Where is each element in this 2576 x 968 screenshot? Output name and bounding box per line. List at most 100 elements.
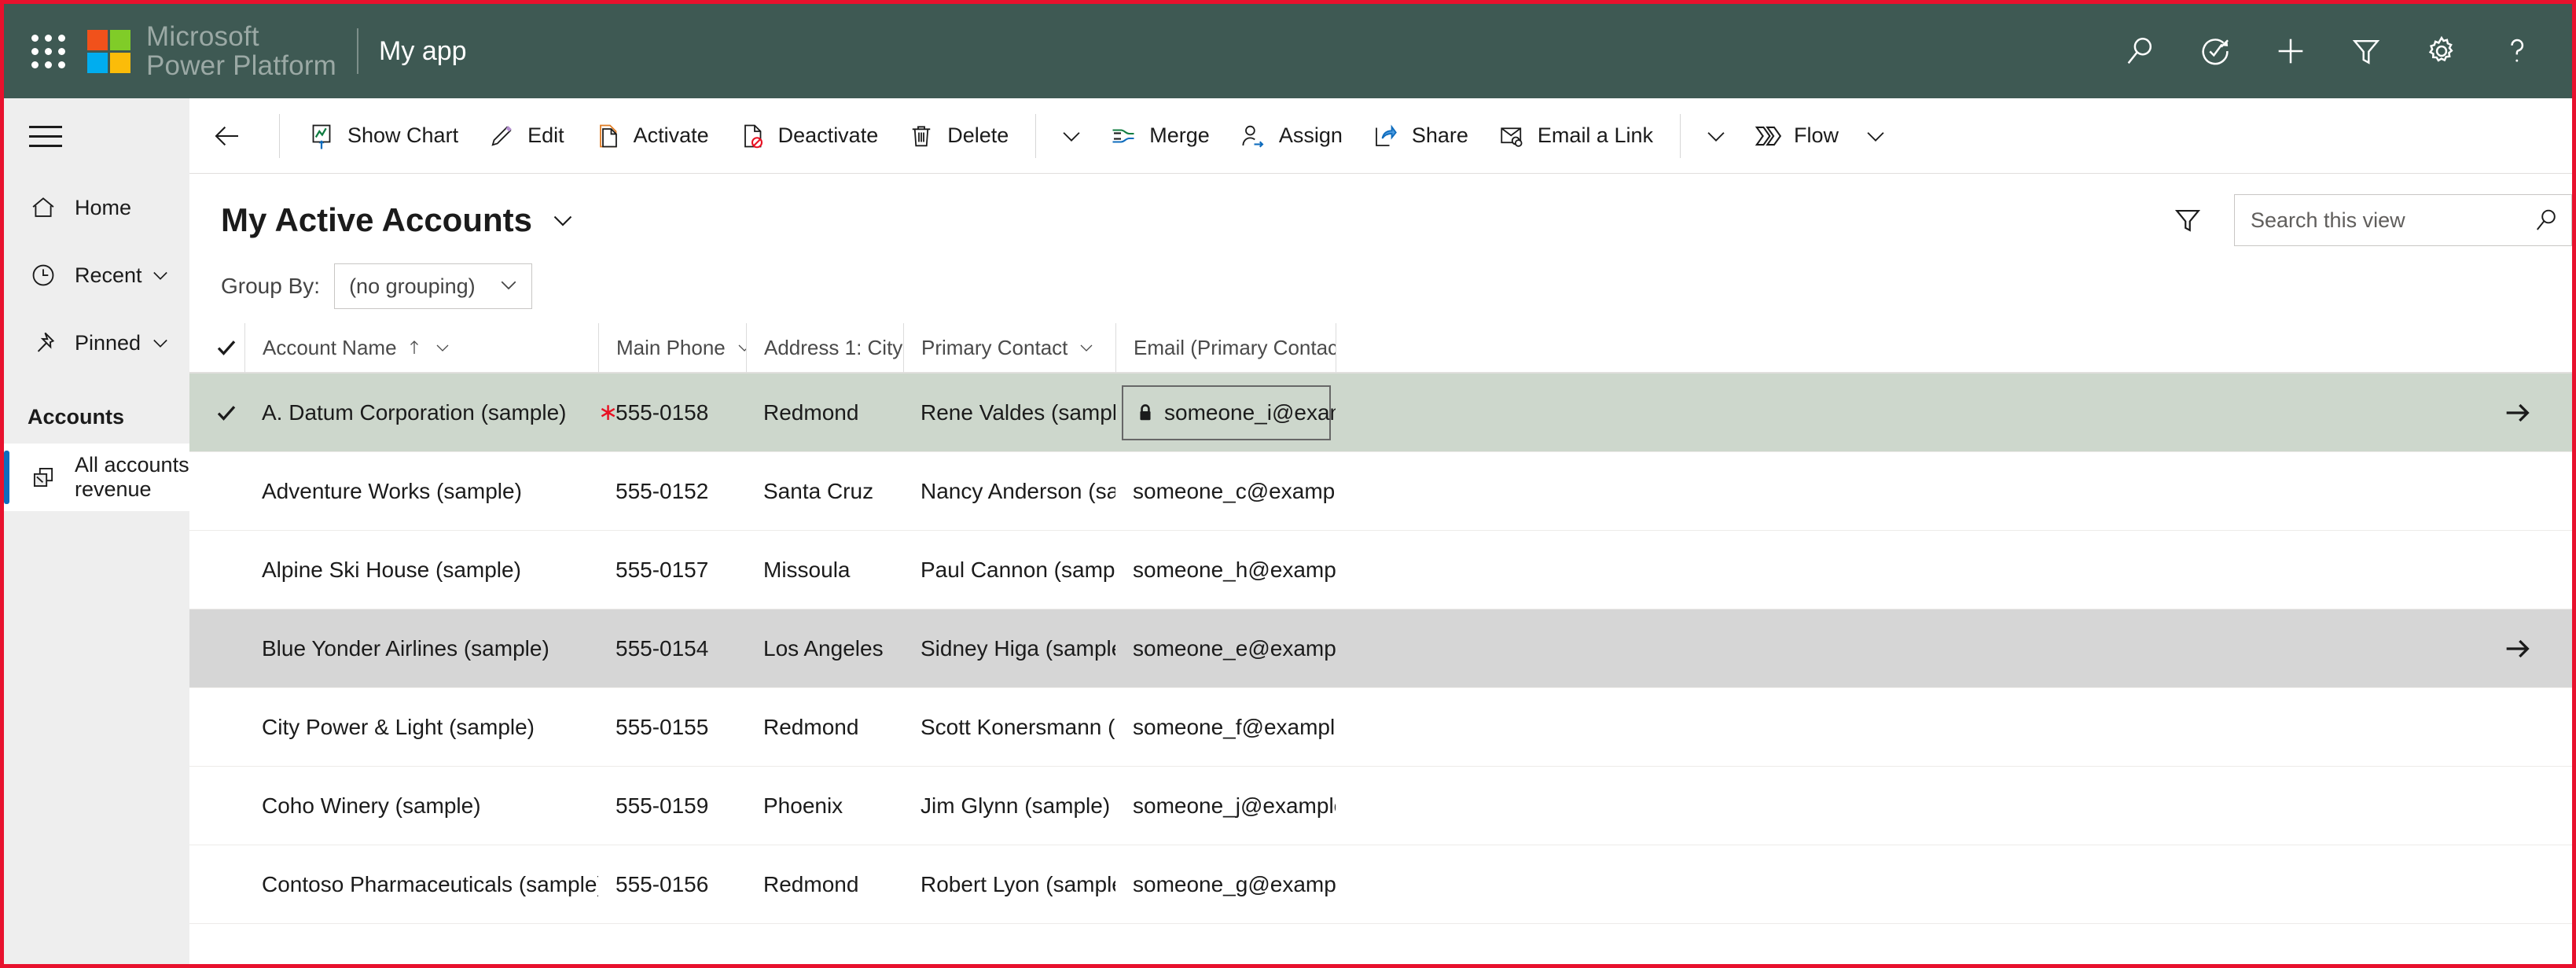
sidebar-item-recent[interactable]: Recent <box>4 241 189 309</box>
command-label: Assign <box>1278 123 1343 147</box>
search-icon[interactable] <box>2530 204 2562 236</box>
edit-button[interactable]: Edit <box>472 98 579 174</box>
cell-address1-city: Los Angeles <box>763 635 884 661</box>
merge-button[interactable]: Merge <box>1094 98 1224 174</box>
chevron-down-icon[interactable] <box>149 263 172 287</box>
email-link-icon <box>1497 121 1527 151</box>
search-this-view-box[interactable] <box>2234 194 2572 246</box>
email-cell-focused[interactable]: someone_i@examp... <box>1122 385 1336 440</box>
sidebar-item-home[interactable]: Home <box>4 174 189 241</box>
command-divider <box>1035 113 1037 158</box>
brand-line-2: Power Platform <box>146 50 337 81</box>
cell-email-primary-contact[interactable]: someone_e@example.... <box>1115 636 1336 661</box>
cell-account-name: Contoso Pharmaceuticals (sample) <box>262 871 598 896</box>
search-icon <box>2127 38 2152 64</box>
open-record-button[interactable] <box>2500 396 2534 430</box>
arrow-right-icon <box>2506 403 2530 421</box>
group-by-select[interactable]: (no grouping) <box>334 263 533 309</box>
header-new-button[interactable] <box>2253 13 2328 89</box>
sidebar-group-title: Accounts <box>28 405 125 429</box>
merge-icon <box>1108 121 1138 151</box>
row-select-checkbox[interactable] <box>208 401 244 425</box>
header-filter-button[interactable] <box>2328 13 2404 89</box>
app-launcher-button[interactable] <box>20 23 76 79</box>
flow-button[interactable]: Flow <box>1739 98 1853 174</box>
table-row[interactable]: Adventure Works (sample) 555-0152 Santa Cr… <box>189 452 2572 531</box>
chevron-down-icon[interactable] <box>735 338 746 357</box>
table-row[interactable]: A. Datum Corporation (sample) ∗ 555-0158 Re… <box>189 374 2572 452</box>
app-header-bar: Microsoft Power Platform My app <box>4 4 2572 98</box>
column-header-account-name[interactable]: Account Name <box>244 323 598 373</box>
chevron-down-icon <box>1707 131 1725 142</box>
table-row[interactable]: Coho Winery (sample) 555-0159 Phoenix Jim G… <box>189 767 2572 845</box>
cell-email-primary-contact[interactable]: someone_i@examp... <box>1115 385 1336 440</box>
cell-main-phone: 555-0152 <box>598 479 746 504</box>
command-overflow-2-button[interactable] <box>1693 98 1739 174</box>
chevron-down-icon <box>1063 131 1080 142</box>
column-header-email-primary-contact[interactable]: Email (Primary Contact) <box>1115 323 1336 373</box>
cell-email-primary-contact[interactable]: someone_g@example.... <box>1115 872 1336 897</box>
table-row[interactable]: Alpine Ski House (sample) 555-0157 Missoul… <box>189 531 2572 609</box>
deactivate-icon <box>737 121 767 151</box>
sidebar-item-label: All accounts revenue <box>75 453 189 501</box>
cell-primary-contact: Rene Valdes (sample) <box>921 399 1115 425</box>
cell-address1-city: Redmond <box>763 399 859 425</box>
view-selector-button[interactable] <box>545 202 581 238</box>
show-chart-button[interactable]: Show Chart <box>292 98 472 174</box>
command-overflow-1-button[interactable] <box>1049 98 1094 174</box>
cell-account-name: Alpine Ski House (sample) <box>262 557 521 582</box>
deactivate-button[interactable]: Deactivate <box>723 98 893 174</box>
command-overflow-3-button[interactable] <box>1853 98 1898 174</box>
cell-account-name: Adventure Works (sample) <box>262 478 522 503</box>
chevron-down-icon[interactable] <box>149 331 172 355</box>
chevron-down-icon[interactable] <box>1077 338 1096 357</box>
sidebar-item-all-accounts-revenue[interactable]: All accounts revenue <box>4 444 189 511</box>
assistant-icon <box>2202 39 2229 65</box>
cell-email-primary-contact[interactable]: someone_f@example.... <box>1115 715 1336 740</box>
select-all-checkbox[interactable] <box>208 336 244 359</box>
cell-account-name: Blue Yonder Airlines (sample) <box>262 635 549 661</box>
check-icon <box>217 405 236 421</box>
command-label: Activate <box>633 123 709 147</box>
column-header-main-phone[interactable]: Main Phone <box>598 323 746 373</box>
search-input[interactable] <box>2251 208 2530 233</box>
table-row[interactable]: Blue Yonder Airlines (sample) 555-0154 Los… <box>189 609 2572 688</box>
email-a-link-button[interactable]: Email a Link <box>1483 98 1667 174</box>
lock-icon <box>1134 402 1156 424</box>
back-button[interactable] <box>202 98 252 174</box>
cell-main-phone-text: 555-0152 <box>616 478 709 503</box>
cell-email-primary-contact[interactable]: someone_h@example.... <box>1115 558 1336 583</box>
table-row[interactable]: Contoso Pharmaceuticals (sample) 555-0156… <box>189 845 2572 924</box>
command-label: Merge <box>1149 123 1210 147</box>
cell-main-phone-text: 555-0155 <box>616 714 709 739</box>
sidebar-item-label: Home <box>75 195 132 219</box>
sort-ascending-icon <box>405 338 424 357</box>
header-help-button[interactable] <box>2479 13 2555 89</box>
column-header-primary-contact[interactable]: Primary Contact <box>903 323 1115 373</box>
sidebar-item-pinned[interactable]: Pinned <box>4 309 189 377</box>
delete-button[interactable]: Delete <box>892 98 1023 174</box>
open-record-button[interactable] <box>2500 631 2534 666</box>
header-settings-button[interactable] <box>2404 13 2479 89</box>
assign-button[interactable]: Assign <box>1224 98 1357 174</box>
chevron-down-icon[interactable] <box>433 338 452 357</box>
share-button[interactable]: Share <box>1357 98 1483 174</box>
activate-button[interactable]: Activate <box>579 98 723 174</box>
trash-icon <box>906 121 936 151</box>
pin-icon <box>28 327 59 359</box>
cell-email-primary-contact[interactable]: someone_j@example.c... <box>1115 793 1336 819</box>
group-by-value: (no grouping) <box>349 274 476 298</box>
column-header-address1-city[interactable]: Address 1: City <box>746 323 903 373</box>
chevron-down-icon <box>497 273 520 300</box>
sitemap-toggle-button[interactable] <box>4 98 189 174</box>
header-assistant-button[interactable] <box>2177 13 2253 89</box>
app-title: My app <box>379 35 467 66</box>
cell-account-name: City Power & Light (sample) <box>262 714 535 739</box>
waffle-icon <box>31 34 65 68</box>
help-icon <box>2511 39 2524 62</box>
command-label: Share <box>1411 123 1468 147</box>
header-search-button[interactable] <box>2102 13 2177 89</box>
view-filter-button[interactable] <box>2163 196 2212 245</box>
table-row[interactable]: City Power & Light (sample) 555-0155 Redmo… <box>189 688 2572 767</box>
cell-email-primary-contact[interactable]: someone_c@example.... <box>1115 479 1336 504</box>
